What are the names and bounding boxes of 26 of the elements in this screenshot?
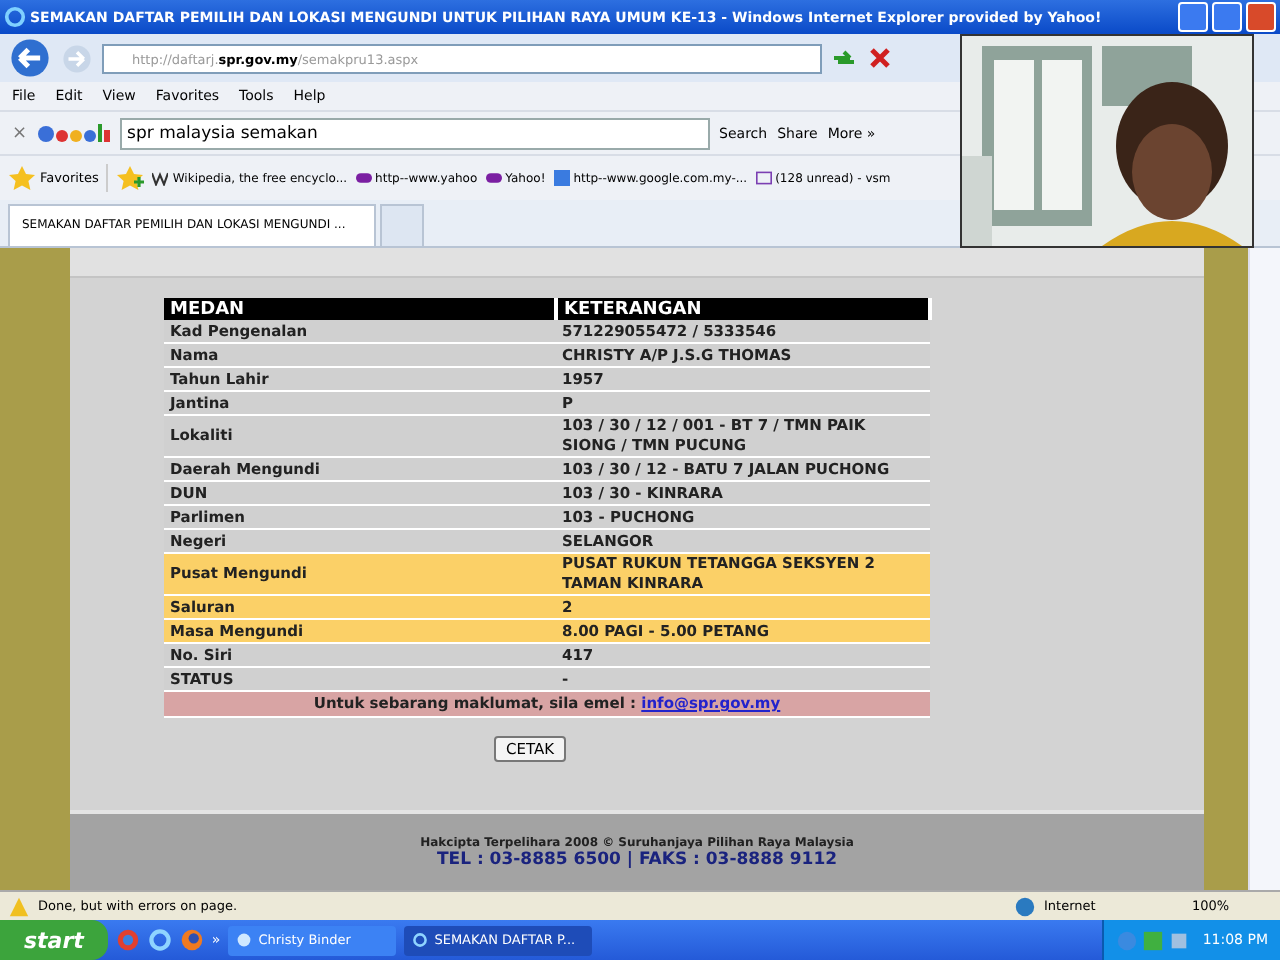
close-button[interactable] bbox=[1246, 2, 1276, 32]
search-field[interactable]: spr malaysia semakan bbox=[119, 117, 710, 149]
scroll-bar[interactable] bbox=[1248, 248, 1280, 890]
minimize-button[interactable] bbox=[1178, 2, 1208, 32]
page-icon bbox=[553, 170, 570, 186]
browser-icon[interactable] bbox=[147, 928, 172, 952]
wikipedia-icon bbox=[152, 170, 169, 186]
google-logo-icon bbox=[37, 121, 110, 145]
column-header: MEDAN bbox=[164, 298, 556, 320]
tray-icon[interactable] bbox=[1168, 929, 1191, 951]
browser-icon bbox=[4, 6, 26, 28]
browser-icon[interactable] bbox=[179, 928, 204, 952]
globe-icon bbox=[1014, 895, 1036, 917]
column-header: KETERANGAN bbox=[556, 298, 930, 320]
back-icon[interactable] bbox=[8, 36, 52, 80]
contact-text: TEL : 03-8885 6500 | FAKS : 03-8888 9112 bbox=[436, 849, 838, 869]
star-icon bbox=[8, 164, 36, 192]
chat-icon bbox=[236, 932, 253, 948]
yahoo-icon bbox=[485, 170, 502, 186]
mail-icon bbox=[755, 170, 772, 186]
yahoo-icon bbox=[355, 170, 372, 186]
restore-button[interactable] bbox=[1212, 2, 1242, 32]
stop-icon[interactable] bbox=[866, 44, 894, 72]
browser-icon bbox=[412, 932, 429, 948]
add-favorite-icon[interactable] bbox=[116, 164, 145, 192]
close-toolbar-button[interactable]: × bbox=[12, 123, 28, 143]
